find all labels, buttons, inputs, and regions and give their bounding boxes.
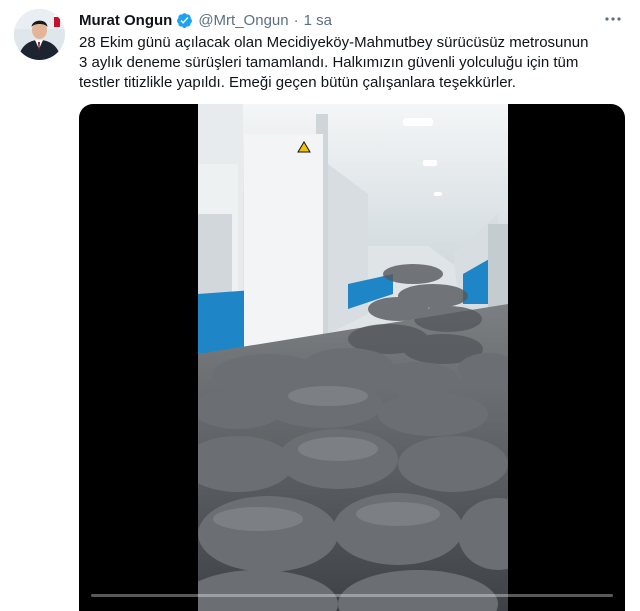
- video-progress-bar[interactable]: [91, 594, 613, 597]
- profile-photo-icon: [14, 9, 65, 60]
- separator-dot: ·: [293, 11, 299, 29]
- handle[interactable]: @Mrt_Ongun: [198, 12, 288, 29]
- more-options-button[interactable]: [601, 11, 625, 27]
- tweet[interactable]: Murat Ongun @Mrt_Ongun · 1 sa 28 Ekim gü…: [0, 0, 640, 611]
- avatar[interactable]: [14, 9, 65, 60]
- tweet-text-line: 28 Ekim günü açılacak olan Mecidiyeköy-M…: [79, 34, 589, 51]
- verified-badge-icon: [177, 12, 193, 28]
- display-name[interactable]: Murat Ongun: [79, 12, 172, 29]
- more-horizontal-icon: [605, 17, 621, 21]
- metro-interior-video-frame: [198, 104, 508, 611]
- tweet-text-line: testler titizlikle yapıldı. Emeği geçen …: [79, 74, 516, 91]
- timestamp[interactable]: 1 sa: [304, 12, 332, 29]
- tweet-text: 28 Ekim günü açılacak olan Mecidiyeköy-M…: [79, 33, 624, 93]
- video-player[interactable]: [79, 104, 625, 611]
- tweet-header: Murat Ongun @Mrt_Ongun · 1 sa: [79, 10, 332, 30]
- tweet-text-line: 3 aylık deneme sürüşleri tamamlandı. Hal…: [79, 54, 579, 71]
